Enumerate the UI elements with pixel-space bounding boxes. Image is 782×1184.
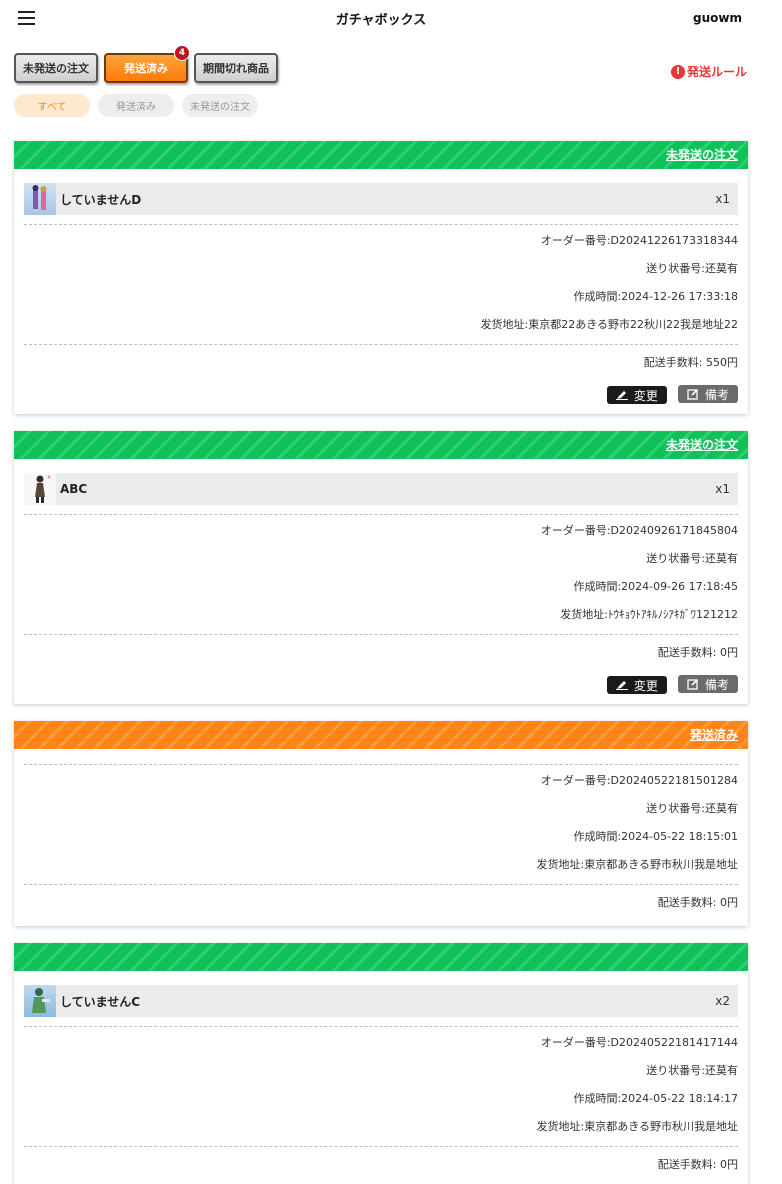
order-status-bar: 発送済み [14, 721, 748, 749]
shipping-fee: 配送手数料: 0円 [657, 646, 738, 659]
edit-note-icon [687, 679, 698, 690]
tracking-number: 送り状番号:还莫有 [646, 1064, 738, 1077]
divider [24, 1146, 738, 1147]
order-status-link[interactable]: 未発送の注文 [666, 436, 738, 453]
product-quantity: x1 [715, 192, 730, 206]
tab-expired[interactable]: 期間切れ商品 [194, 53, 278, 83]
order-status-link[interactable]: 発送済み [690, 726, 738, 743]
order-card: 発送済み オーダー番号:D20240522181501284 送り状番号:还莫有… [14, 721, 748, 926]
tab-shipped[interactable]: 発送済み 4 [104, 45, 190, 83]
count-badge: 4 [174, 45, 190, 61]
product-thumbnail [24, 985, 56, 1017]
product-row[interactable]: していませんC x2 [24, 985, 738, 1017]
page-title: ガチャボックス [335, 13, 427, 28]
product-row[interactable]: ABC x1 [24, 473, 738, 505]
shipping-address: 发货地址:東京都22あきる野市22秋川22我是地址22 [480, 318, 738, 331]
shipping-address: 发货地址:ﾄｳｷｮｳﾄｱｷﾙﾉｼｱｷｶﾞﾜ121212 [560, 608, 738, 621]
shipping-address: 发货地址:東京都あきる野市秋川我是地址 [536, 858, 739, 871]
filter-all[interactable]: すべて [14, 94, 90, 117]
order-number: オーダー番号:D20240522181501284 [540, 774, 738, 787]
order-number: オーダー番号:D20240522181417144 [540, 1036, 738, 1049]
product-thumbnail [24, 183, 56, 215]
tracking-number: 送り状番号:还莫有 [646, 802, 738, 815]
order-status-bar: 未発送の注文 [14, 431, 748, 459]
username[interactable]: guowm [693, 11, 742, 25]
order-card: 未発送の注文 ABC x1 オーダー番号:D20240926171845804 … [14, 431, 748, 704]
edit-button[interactable]: 変更 [606, 386, 667, 404]
edit-note-icon [687, 389, 698, 400]
created-time: 作成時間:2024-05-22 18:14:17 [573, 1092, 738, 1105]
order-number: オーダー番号:D20240926171845804 [540, 524, 738, 537]
note-button[interactable]: 備考 [678, 675, 738, 693]
tracking-number: 送り状番号:还莫有 [646, 552, 738, 565]
divider [24, 634, 738, 635]
product-quantity: x2 [715, 994, 730, 1008]
divider [24, 344, 738, 345]
pen-icon [615, 681, 628, 690]
filter-shipped[interactable]: 発送済み [98, 94, 174, 117]
product-quantity: x1 [715, 482, 730, 496]
order-card: していませんC x2 オーダー番号:D20240522181417144 送り状… [14, 943, 748, 1184]
created-time: 作成時間:2024-09-26 17:18:45 [573, 580, 738, 593]
pen-icon [615, 391, 628, 400]
order-card: 未発送の注文 していませんD x1 オーダー番号:D20241226173318… [14, 141, 748, 414]
app-header: ガチャボックス guowm [0, 0, 782, 36]
product-row[interactable]: していませんD x1 [24, 183, 738, 215]
edit-button[interactable]: 変更 [606, 676, 667, 694]
exclamation-icon: ! [670, 64, 685, 79]
shipping-address: 发货地址:東京都あきる野市秋川我是地址 [536, 1120, 739, 1133]
order-status-link[interactable]: 未発送の注文 [666, 146, 738, 163]
created-time: 作成時間:2024-05-22 18:15:01 [573, 830, 738, 843]
order-number: オーダー番号:D20241226173318344 [540, 234, 738, 247]
product-name: していませんD [60, 192, 142, 207]
product-thumbnail [24, 473, 56, 505]
order-status-bar [14, 943, 748, 971]
shipping-fee: 配送手数料: 0円 [657, 896, 738, 909]
product-name: ABC [60, 482, 88, 496]
note-button[interactable]: 備考 [678, 385, 738, 403]
filter-unshipped[interactable]: 未発送の注文 [182, 94, 258, 117]
created-time: 作成時間:2024-12-26 17:33:18 [573, 290, 738, 303]
tab-unshipped[interactable]: 未発送の注文 [14, 53, 98, 83]
shipping-fee: 配送手数料: 0円 [657, 1158, 738, 1171]
shipping-rules-link[interactable]: ! 発送ルール [670, 63, 747, 80]
tracking-number: 送り状番号:还莫有 [646, 262, 738, 275]
divider [24, 884, 738, 885]
shipping-fee: 配送手数料: 550円 [643, 356, 738, 369]
order-status-bar: 未発送の注文 [14, 141, 748, 169]
product-name: していませんC [60, 994, 141, 1009]
